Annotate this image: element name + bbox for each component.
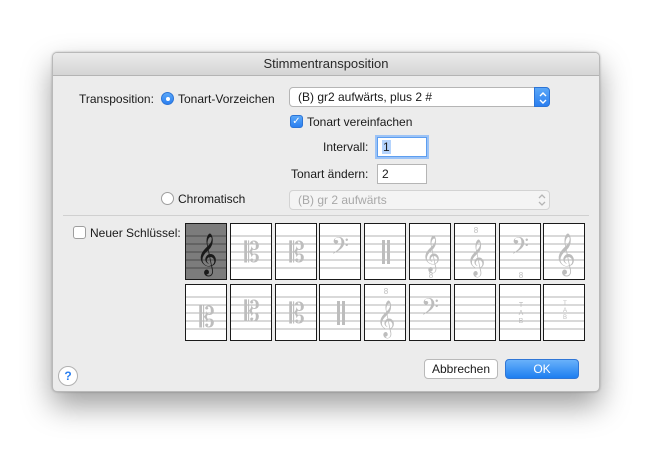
svg-text:8: 8	[384, 287, 389, 296]
interval-field[interactable]: 1	[377, 137, 427, 157]
chromatic-popup[interactable]: (B) gr 2 aufwärts	[289, 190, 550, 210]
svg-text:𝄞: 𝄞	[466, 238, 485, 277]
svg-text:A: A	[563, 308, 567, 314]
svg-text:A: A	[518, 310, 523, 317]
change-key-field[interactable]: 2	[377, 164, 427, 184]
change-key-label: Tonart ändern:	[291, 167, 369, 181]
interval-value: 1	[382, 140, 391, 154]
simplify-key-label[interactable]: Tonart vereinfachen	[307, 115, 412, 129]
svg-text:8: 8	[429, 271, 434, 280]
change-key-value: 2	[382, 167, 389, 181]
transposition-dialog: Stimmentransposition Transposition: Tona…	[52, 52, 600, 392]
percussion-clef-icon[interactable]	[319, 284, 362, 341]
interval-label: Intervall:	[323, 140, 369, 154]
cancel-button[interactable]: Abbrechen	[424, 359, 498, 379]
svg-text:𝄡: 𝄡	[289, 236, 305, 269]
tab-clef-small-icon[interactable]: TAB	[543, 284, 586, 341]
treble-8va-clef-icon[interactable]: 8 𝄞	[364, 284, 407, 341]
chromatic-radio[interactable]	[161, 192, 174, 205]
svg-text:𝄞: 𝄞	[196, 233, 217, 276]
svg-text:𝄢: 𝄢	[511, 232, 529, 265]
key-signature-radio[interactable]	[161, 92, 174, 105]
svg-text:𝄢: 𝄢	[331, 232, 349, 265]
bass-clef-icon[interactable]: 𝄢	[409, 284, 451, 341]
chromatic-label[interactable]: Chromatisch	[178, 192, 245, 206]
tenor-clef-icon[interactable]: 𝄡	[229, 284, 272, 341]
tab-clef-icon[interactable]: TAB	[498, 284, 541, 341]
svg-text:𝄢: 𝄢	[421, 293, 439, 326]
treble-8vb-clef-icon[interactable]: 𝄞 8	[409, 223, 451, 280]
percussion-clef-icon[interactable]	[364, 223, 407, 280]
key-signature-popup[interactable]: (B) gr2 aufwärts, plus 2 #	[289, 87, 550, 107]
svg-text:T: T	[564, 301, 568, 307]
ok-button[interactable]: OK	[505, 359, 579, 379]
key-signature-label[interactable]: Tonart-Vorzeichen	[178, 92, 275, 106]
svg-text:𝄞: 𝄞	[377, 299, 396, 338]
baritone-c-clef-icon[interactable]: 𝄡	[274, 284, 317, 341]
svg-text:𝄞: 𝄞	[422, 234, 441, 273]
svg-text:𝄞: 𝄞	[555, 233, 576, 276]
svg-text:B: B	[518, 318, 523, 325]
simplify-key-checkbox[interactable]: ✓	[290, 115, 303, 128]
new-clef-checkbox[interactable]	[73, 226, 86, 239]
svg-text:T: T	[518, 302, 523, 309]
dialog-title: Stimmentransposition	[53, 53, 599, 76]
alto-clef-icon[interactable]: 𝄡	[274, 223, 317, 280]
treble-clef-icon[interactable]: 𝄞	[185, 223, 227, 280]
svg-text:𝄡: 𝄡	[244, 295, 260, 328]
help-button[interactable]: ?	[58, 366, 78, 386]
treble-8va-clef-icon[interactable]: 8 𝄞	[453, 223, 496, 280]
blank-clef-icon[interactable]	[453, 284, 496, 341]
bass-clef-low-icon[interactable]: 𝄢 8	[498, 223, 541, 280]
treble-clef-icon[interactable]: 𝄞	[543, 223, 586, 280]
chromatic-popup-value: (B) gr 2 aufwärts	[298, 193, 387, 207]
popup-stepper-icon	[534, 87, 550, 107]
svg-text:𝄡: 𝄡	[289, 297, 305, 330]
svg-text:𝄡: 𝄡	[244, 236, 260, 269]
separator	[63, 215, 589, 216]
svg-text:8: 8	[474, 226, 479, 235]
bass-clef-icon[interactable]: 𝄢	[319, 223, 362, 280]
transposition-label: Transposition:	[79, 92, 154, 106]
alto-clef-icon[interactable]: 𝄡	[229, 223, 272, 280]
svg-text:B: B	[563, 315, 567, 321]
soprano-clef-icon[interactable]: 𝄡	[185, 284, 227, 341]
new-clef-label[interactable]: Neuer Schlüssel:	[90, 226, 181, 240]
svg-text:𝄡: 𝄡	[199, 301, 215, 334]
popup-stepper-icon	[534, 190, 550, 210]
key-signature-popup-value: (B) gr2 aufwärts, plus 2 #	[298, 90, 433, 104]
svg-text:8: 8	[518, 271, 523, 280]
